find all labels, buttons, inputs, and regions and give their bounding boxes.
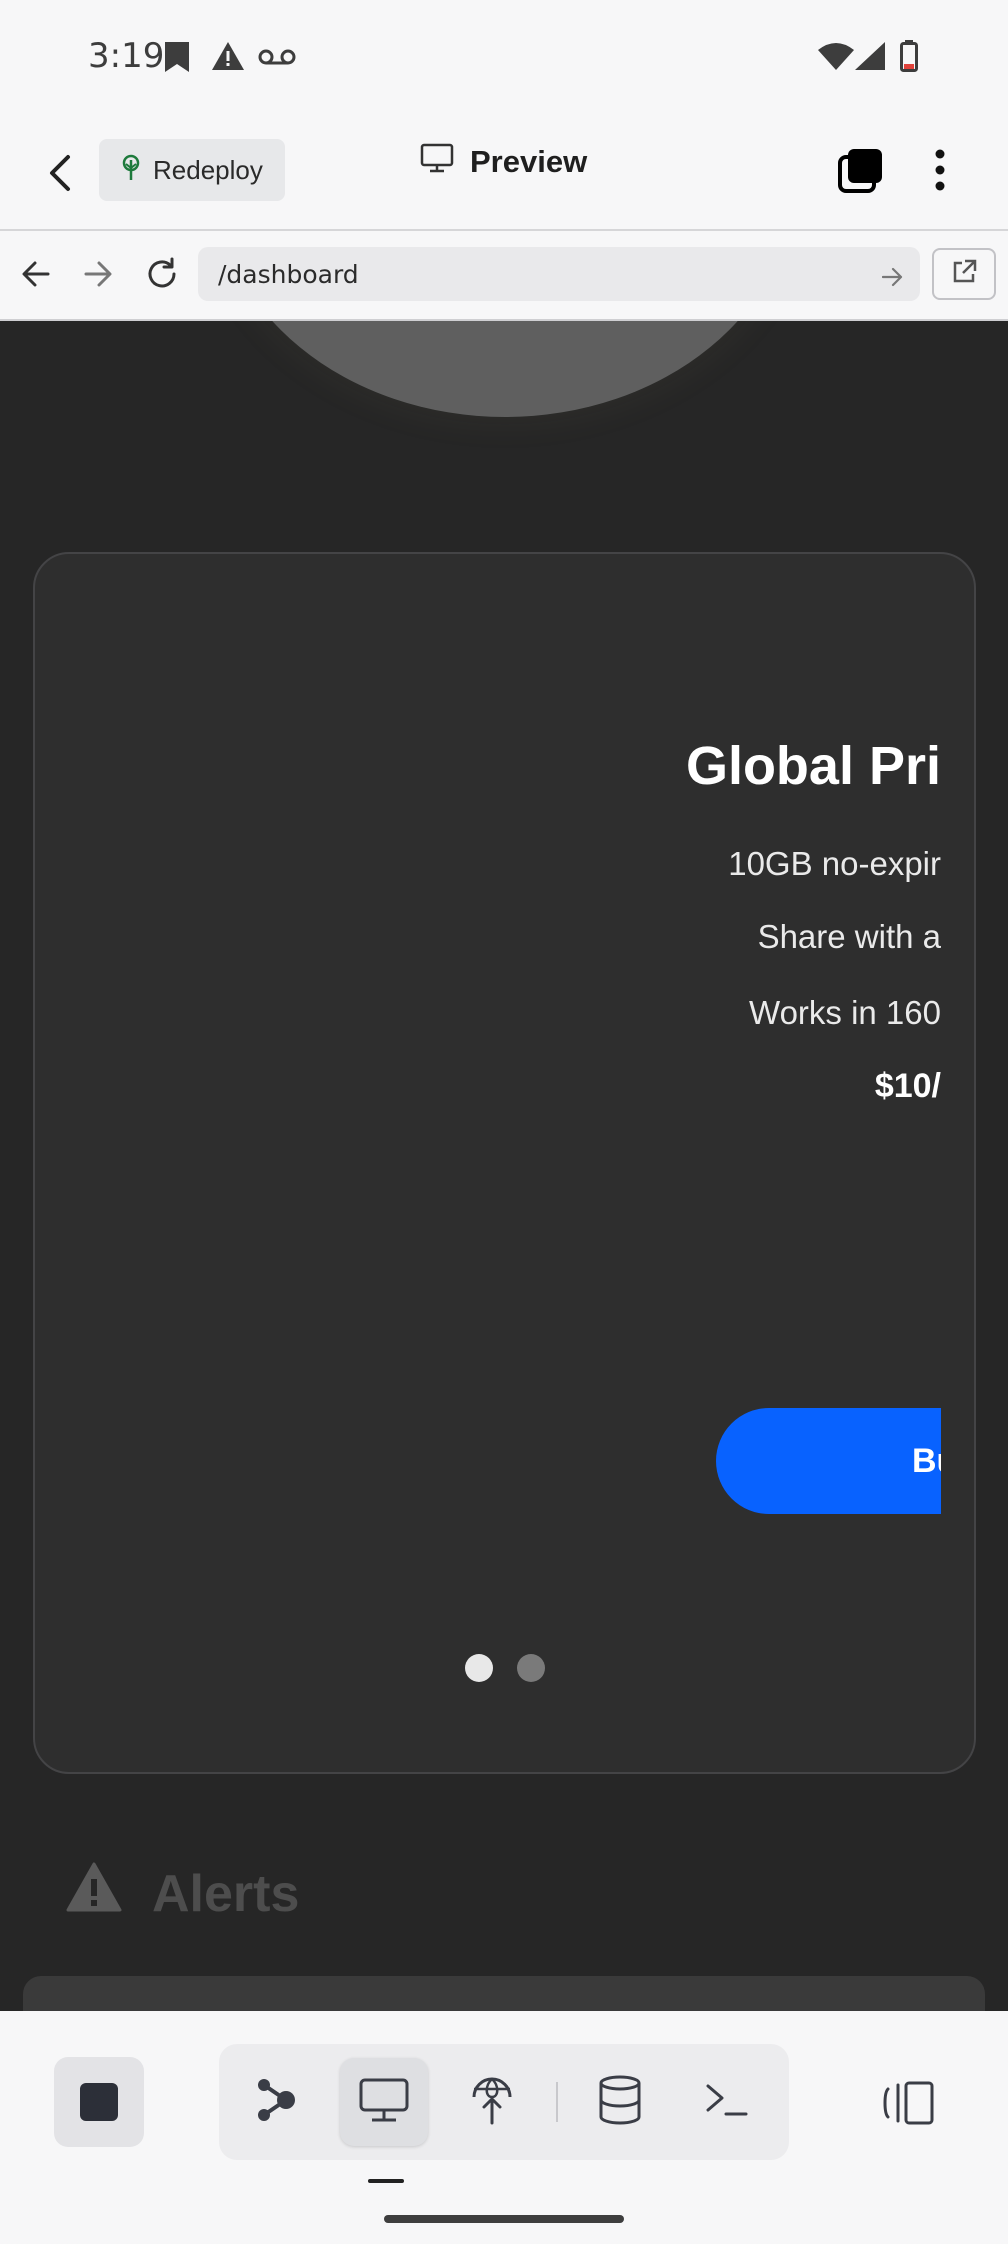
split-view-icon[interactable] xyxy=(882,2081,936,2130)
gesture-home-bar[interactable] xyxy=(384,2215,624,2223)
browser-back-icon[interactable] xyxy=(22,261,50,292)
go-arrow-icon[interactable] xyxy=(881,264,904,293)
redeploy-button[interactable]: Redeploy xyxy=(99,139,285,201)
preview-tool-button[interactable] xyxy=(340,2058,428,2146)
monitor-icon xyxy=(420,143,454,181)
desktop-icon xyxy=(358,2077,410,2128)
status-time: 3:19 xyxy=(88,36,165,76)
external-link-icon xyxy=(950,258,978,291)
database-icon xyxy=(598,2075,642,2130)
redeploy-label: Redeploy xyxy=(153,154,263,185)
url-path: /dashboard xyxy=(218,259,359,289)
stop-button[interactable] xyxy=(54,2057,144,2147)
stop-icon xyxy=(80,2083,118,2121)
nodes-tool-button[interactable] xyxy=(232,2058,320,2146)
signal-icon xyxy=(855,42,885,75)
wifi-icon xyxy=(818,42,854,75)
status-bar: 3:19 xyxy=(0,0,1008,115)
toolbar-divider xyxy=(556,2082,558,2122)
carousel-viewport: Global Pri 10GB no-expir Share with a Wo… xyxy=(35,554,941,1772)
nodes-icon xyxy=(254,2077,298,2128)
deploy-tool-button[interactable] xyxy=(448,2058,536,2146)
plan-feature: Works in 160 xyxy=(749,994,941,1031)
more-options-icon[interactable] xyxy=(934,149,946,196)
active-tab-indicator xyxy=(368,2179,404,2183)
battery-icon xyxy=(900,40,918,77)
browser-url-bar: /dashboard xyxy=(0,231,1008,321)
carousel-dot[interactable] xyxy=(517,1654,545,1682)
plan-feature: Share with a xyxy=(757,918,941,955)
url-input[interactable]: /dashboard xyxy=(198,247,920,301)
buy-label: Bu xyxy=(912,1441,941,1480)
browser-forward-icon[interactable] xyxy=(84,261,112,292)
alerts-label: Alerts xyxy=(152,1864,300,1923)
carousel-dot-active[interactable] xyxy=(465,1654,493,1682)
alerts-card xyxy=(23,1976,985,2011)
preview-title: Preview xyxy=(420,143,587,181)
tabs-switcher-icon[interactable] xyxy=(838,147,884,198)
warning-icon xyxy=(212,42,244,75)
plan-feature: 10GB no-expir xyxy=(728,845,941,882)
terminal-tool-button[interactable] xyxy=(683,2058,771,2146)
plan-price: $10/ xyxy=(874,1067,941,1105)
reload-icon[interactable] xyxy=(145,257,179,296)
globe-upload-icon xyxy=(470,2075,514,2130)
deploy-tree-icon xyxy=(119,154,143,187)
avatar-circle xyxy=(215,321,795,417)
tool-group xyxy=(219,2044,789,2160)
web-preview: Global Pri 10GB no-expir Share with a Wo… xyxy=(0,321,1008,2011)
carousel-indicator xyxy=(465,1654,545,1682)
buy-button[interactable]: Bu xyxy=(716,1408,941,1514)
pricing-card: Global Pri 10GB no-expir Share with a Wo… xyxy=(33,552,976,1774)
bookmark-icon xyxy=(163,42,191,77)
alert-triangle-icon xyxy=(66,1862,122,1925)
terminal-icon xyxy=(704,2080,750,2125)
app-header: Redeploy Preview xyxy=(0,115,1008,231)
voicemail-icon xyxy=(258,48,296,71)
plan-title: Global Pri xyxy=(685,736,941,796)
alerts-heading: Alerts xyxy=(66,1862,299,1925)
open-external-button[interactable] xyxy=(932,248,996,300)
bottom-toolbar xyxy=(0,2011,1008,2244)
back-icon[interactable] xyxy=(48,153,72,198)
preview-label: Preview xyxy=(470,144,588,179)
database-tool-button[interactable] xyxy=(576,2058,664,2146)
